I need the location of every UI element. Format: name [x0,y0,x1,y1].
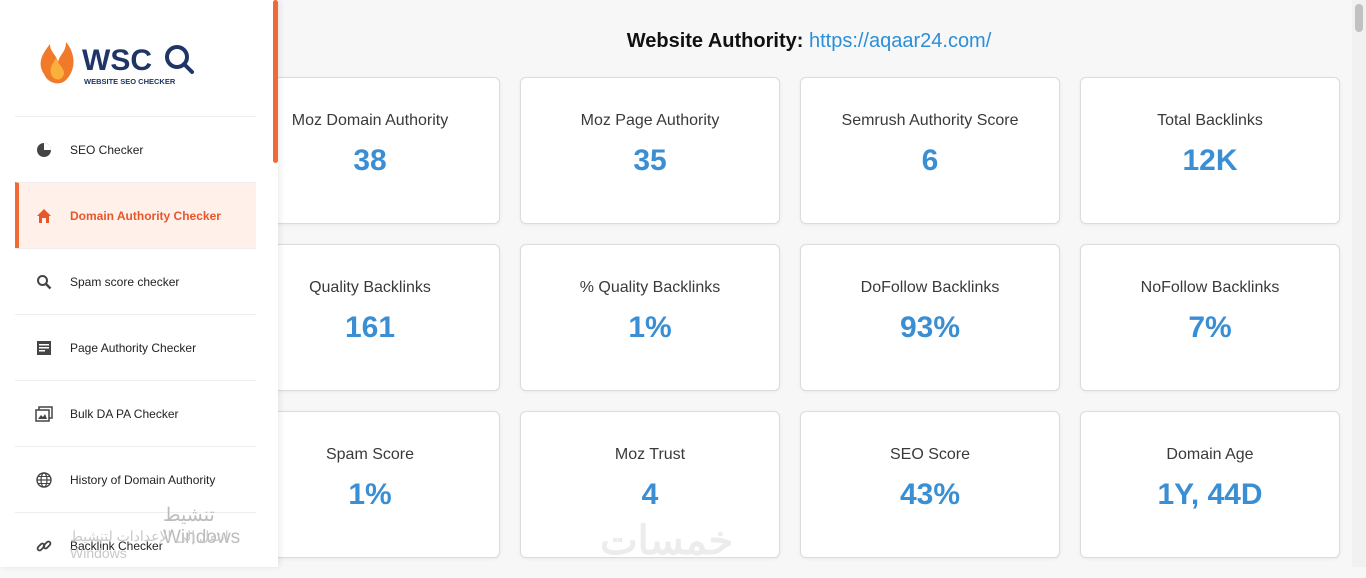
metric-value: 161 [344,311,396,344]
scrollbar-thumb[interactable] [1355,4,1363,32]
logo-text: WSC [82,44,152,77]
sidebar-item-label: History of Domain Authority [70,472,216,487]
sidebar-item-label: Page Authority Checker [70,340,197,355]
link-icon [35,537,53,555]
metric-value: 93% [899,311,961,344]
sidebar-item-domain-authority-checker[interactable]: Domain Authority Checker [15,182,256,248]
metric-card: DoFollow Backlinks 93% [800,244,1060,391]
metric-card: NoFollow Backlinks 7% [1080,244,1340,391]
metric-label: Domain Age [1166,446,1254,463]
metric-label: Quality Backlinks [309,279,431,296]
metric-card: SEO Score 43% [800,411,1060,558]
sidebar-item-bulk-da-pa-checker[interactable]: Bulk DA PA Checker [15,380,256,446]
sidebar-item-label: SEO Checker [70,142,144,157]
sidebar-item-seo-checker[interactable]: SEO Checker [15,116,256,182]
sidebar-item-label: Domain Authority Checker [70,208,221,223]
metric-value: 12K [1182,144,1238,177]
sidebar-scrollbar[interactable] [273,0,278,163]
metric-label: Moz Page Authority [580,112,720,129]
metric-label: Moz Trust [614,446,686,463]
page-scrollbar[interactable] [1352,0,1366,567]
metric-label: Moz Domain Authority [291,112,449,129]
metric-card: Spam Score 1% [240,411,500,558]
metric-label: SEO Score [889,446,971,463]
activation-watermark-text: انتقل إلى الإعدادات لتنشيط Windows [70,528,229,561]
sidebar-item-history-of-domain-authority[interactable]: History of Domain Authority [15,446,256,512]
images-icon [35,405,53,423]
page-title: Website Authority: https://aqaar24.com/ [278,30,1340,53]
metric-label: % Quality Backlinks [579,279,721,296]
metric-value: 1% [348,478,392,511]
metric-label: Spam Score [325,446,415,463]
metric-value: 4 [641,478,659,511]
brand-watermark: خمسات [600,519,734,563]
globe-icon [35,471,53,489]
sidebar-item-spam-score-checker[interactable]: Spam score checker [15,248,256,314]
metric-value: 38 [353,144,387,177]
document-icon [35,339,53,357]
metric-card: Domain Age 1Y, 44D [1080,411,1340,558]
metric-value: 43% [899,478,961,511]
metric-card: Moz Page Authority 35 [520,77,780,224]
metric-card: Total Backlinks 12K [1080,77,1340,224]
metric-card: Moz Domain Authority 38 [240,77,500,224]
metric-card: Quality Backlinks 161 [240,244,500,391]
metric-value: 1% [628,311,672,344]
sidebar-item-page-authority-checker[interactable]: Page Authority Checker [15,314,256,380]
title-label: Website Authority: [626,30,804,52]
metric-value: 1Y, 44D [1157,478,1263,511]
metric-value: 6 [921,144,939,177]
sidebar-item-label: Spam score checker [70,274,180,289]
metric-value: 35 [633,144,667,177]
logo-tagline: WEBSITE SEO CHECKER [84,77,176,86]
metric-label: NoFollow Backlinks [1140,279,1280,296]
metric-value: 7% [1188,311,1232,344]
pie-chart-icon [35,141,53,159]
logo[interactable]: WSC WEBSITE SEO CHECKER [36,32,206,88]
metric-card: % Quality Backlinks 1% [520,244,780,391]
home-icon [35,207,53,225]
sidebar: WSC WEBSITE SEO CHECKER SEO Checker Doma… [0,0,278,567]
search-icon [35,273,53,291]
metric-label: Semrush Authority Score [841,112,1019,129]
metric-label: Total Backlinks [1157,112,1263,129]
metric-label: DoFollow Backlinks [860,279,1000,296]
website-url-link[interactable]: https://aqaar24.com/ [809,30,991,52]
metric-card: Semrush Authority Score 6 [800,77,1060,224]
sidebar-item-label: Bulk DA PA Checker [70,406,179,421]
